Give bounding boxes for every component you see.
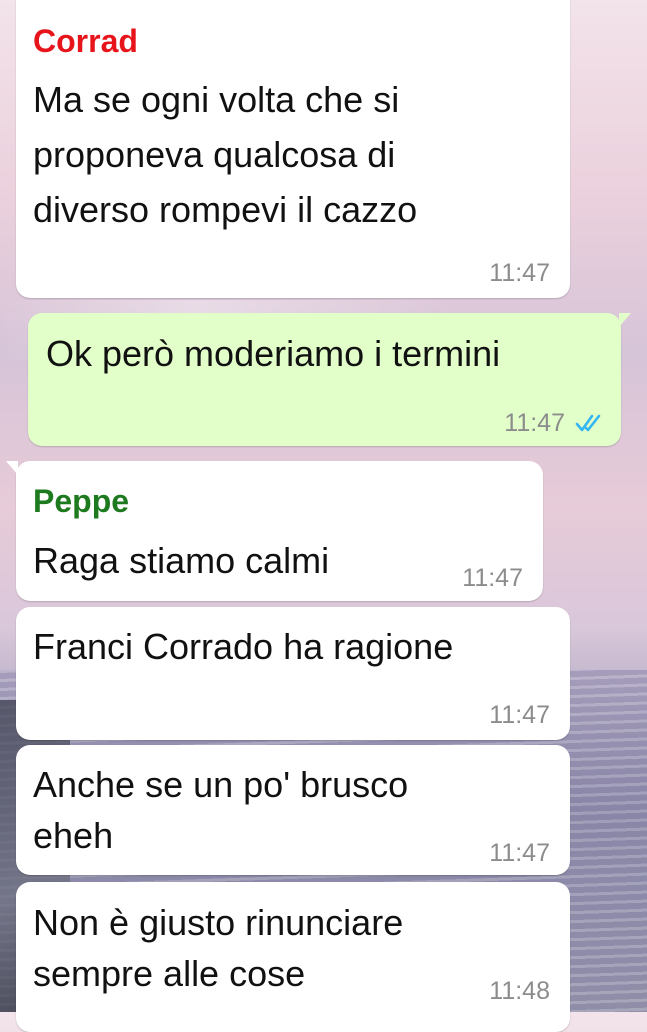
message-bubble-incoming[interactable]: Anche se un po' brusco eheh 11:47 (16, 745, 570, 875)
message-text-line: Anche se un po' brusco (33, 764, 409, 805)
message-time: 11:47 (504, 409, 565, 437)
message-time: 11:48 (489, 977, 550, 1005)
message-bubble-incoming[interactable]: Non è giusto rinunciare sempre alle cose… (16, 882, 570, 1032)
message-text-line: Non è giusto rinunciare (33, 902, 404, 943)
message-bubble-incoming[interactable]: Corrad Ma se ogni volta che si proponeva… (6, 0, 570, 298)
message-bubble-incoming[interactable]: Franci Corrado ha ragione 11:47 (16, 607, 570, 740)
message-bubble-incoming[interactable]: Peppe Raga stiamo calmi 11:47 (6, 461, 543, 601)
message-text-line: proponeva qualcosa di (33, 134, 396, 175)
message-time: 11:47 (462, 564, 523, 592)
message-text-line: sempre alle cose (33, 953, 306, 994)
message-text-line: Ok però moderiamo i termini (46, 333, 501, 374)
message-time: 11:47 (489, 701, 550, 729)
sender-name: Peppe (33, 483, 130, 519)
double-check-read-icon (575, 414, 601, 432)
message-time: 11:47 (489, 839, 550, 867)
message-bubble-outgoing[interactable]: Ok però moderiamo i termini 11:47 (28, 313, 631, 446)
message-text-line: Franci Corrado ha ragione (33, 626, 454, 667)
message-text-line: Raga stiamo calmi (33, 540, 330, 581)
message-text-line: diverso rompevi il cazzo (33, 189, 418, 230)
message-text-line: Ma se ogni volta che si (33, 79, 400, 120)
message-text-line: eheh (33, 815, 114, 856)
message-time: 11:47 (489, 259, 550, 287)
sender-name: Corrad (33, 23, 138, 59)
